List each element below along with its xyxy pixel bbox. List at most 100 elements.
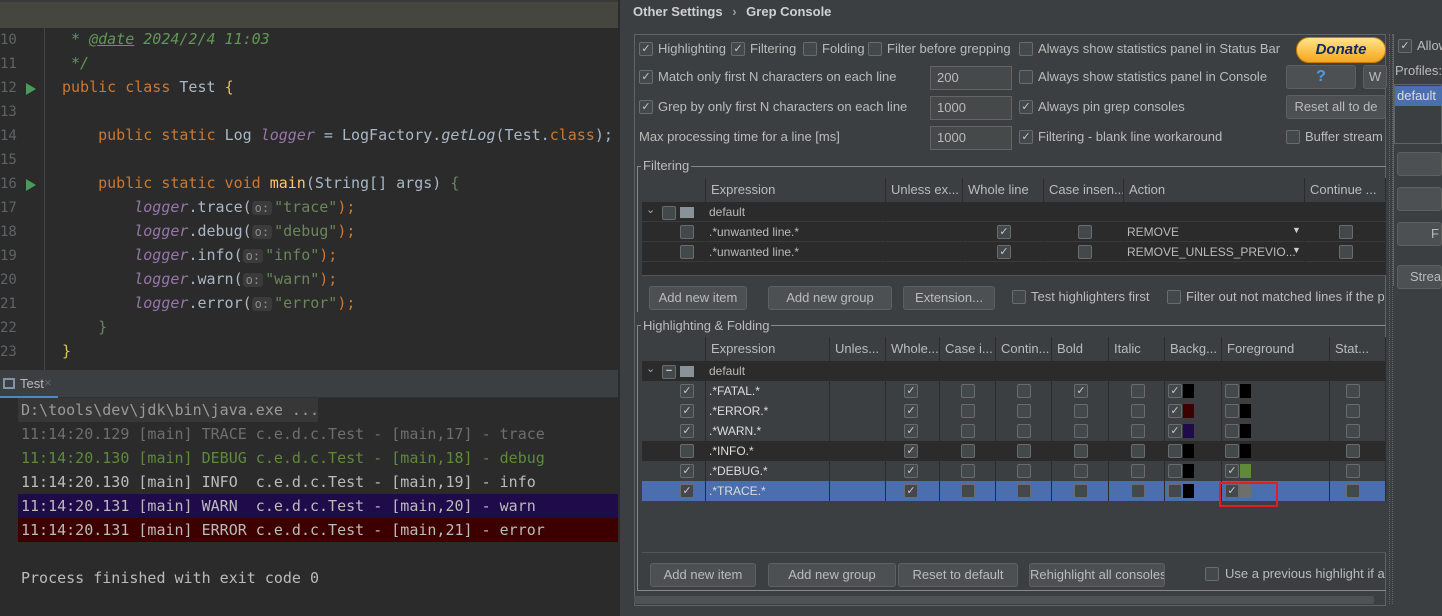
blank_workaround-checkbox[interactable]: ✓ bbox=[1019, 130, 1033, 144]
italic-checkbox[interactable] bbox=[1131, 424, 1145, 438]
expression-cell[interactable]: .*INFO.* bbox=[706, 441, 830, 461]
expression-cell[interactable]: .*DEBUG.* bbox=[706, 461, 830, 481]
run-gutter-icon[interactable] bbox=[26, 179, 36, 191]
highlighting-button-1[interactable]: Add new group bbox=[768, 563, 896, 587]
enabled-checkbox[interactable] bbox=[680, 225, 694, 239]
bold-checkbox[interactable] bbox=[1074, 424, 1088, 438]
italic-checkbox[interactable] bbox=[1131, 384, 1145, 398]
statistics-checkbox[interactable] bbox=[1346, 424, 1360, 438]
run-gutter-icon[interactable] bbox=[26, 83, 36, 95]
enabled-checkbox[interactable]: ✓ bbox=[680, 384, 694, 398]
test-highlighters-first-checkbox[interactable] bbox=[1012, 290, 1026, 304]
profile-button-1[interactable] bbox=[1397, 187, 1442, 211]
italic-checkbox[interactable] bbox=[1131, 464, 1145, 478]
background-color-swatch[interactable] bbox=[1183, 384, 1194, 398]
profile-f-button[interactable]: F bbox=[1397, 222, 1442, 246]
folding-checkbox[interactable] bbox=[803, 42, 817, 56]
enabled-checkbox[interactable]: ✓ bbox=[680, 424, 694, 438]
enabled-checkbox[interactable] bbox=[680, 444, 694, 458]
column-header[interactable]: Stat... bbox=[1330, 337, 1386, 361]
continue-checkbox[interactable] bbox=[1017, 464, 1031, 478]
action-dropdown[interactable]: REMOVE bbox=[1124, 222, 1305, 242]
stream-button[interactable]: Strea bbox=[1397, 265, 1442, 289]
highlight-row[interactable]: ✓ .*DEBUG.* ✓ ✓ bbox=[642, 461, 1386, 481]
filtering-checkbox[interactable]: ✓ bbox=[731, 42, 745, 56]
expression-cell[interactable]: .*unwanted line.* bbox=[706, 222, 886, 242]
number-field-grep_first[interactable]: 1000 bbox=[930, 96, 1012, 120]
filtering-table[interactable]: Expression Unless ex... Whole line Case ins… bbox=[642, 178, 1386, 276]
background-checkbox[interactable] bbox=[1168, 464, 1182, 478]
column-header[interactable]: Unless ex... bbox=[886, 178, 963, 202]
highlight-row[interactable]: ✓ .*WARN.* ✓ ✓ bbox=[642, 421, 1386, 441]
foreground-color-swatch[interactable] bbox=[1240, 444, 1251, 458]
close-icon[interactable]: × bbox=[44, 375, 52, 390]
enabled-checkbox[interactable]: ✓ bbox=[680, 484, 694, 498]
case-insensitive-checkbox[interactable] bbox=[961, 424, 975, 438]
highlight-row[interactable]: ✓ .*FATAL.* ✓ ✓ ✓ bbox=[642, 381, 1386, 401]
splitter[interactable] bbox=[618, 0, 620, 616]
filter-row[interactable]: .*unwanted line.* ✓ REMOVE ▼ bbox=[642, 222, 1386, 242]
highlighting-table[interactable]: Expression Unles... Whole... Case i... Conti… bbox=[642, 337, 1386, 553]
column-header[interactable]: Backg... bbox=[1165, 337, 1222, 361]
action-dropdown[interactable]: REMOVE_UNLESS_PREVIO... bbox=[1124, 242, 1305, 262]
number-field-match_first[interactable]: 200 bbox=[930, 66, 1012, 90]
expression-cell[interactable]: .*TRACE.* bbox=[706, 481, 830, 501]
case-insensitive-checkbox[interactable] bbox=[961, 484, 975, 498]
background-color-swatch[interactable] bbox=[1183, 464, 1194, 478]
foreground-checkbox[interactable]: ✓ bbox=[1225, 464, 1239, 478]
stats_console-checkbox[interactable] bbox=[1019, 70, 1033, 84]
continue-checkbox[interactable] bbox=[1017, 424, 1031, 438]
whole-line-checkbox[interactable]: ✓ bbox=[904, 484, 918, 498]
case-insensitive-checkbox[interactable] bbox=[961, 464, 975, 478]
profile-button-0[interactable] bbox=[1397, 152, 1442, 176]
background-checkbox[interactable]: ✓ bbox=[1168, 384, 1182, 398]
highlighting-button-0[interactable]: Add new item bbox=[650, 563, 756, 587]
continue-checkbox[interactable] bbox=[1017, 404, 1031, 418]
stats_status-checkbox[interactable] bbox=[1019, 42, 1033, 56]
column-header[interactable]: Action bbox=[1124, 178, 1305, 202]
continue-checkbox[interactable] bbox=[1017, 444, 1031, 458]
number-field-max_time[interactable]: 1000 bbox=[930, 126, 1012, 150]
whole-line-checkbox[interactable]: ✓ bbox=[904, 424, 918, 438]
bold-checkbox[interactable]: ✓ bbox=[1074, 384, 1088, 398]
reset-all-button[interactable]: Reset all to de bbox=[1286, 95, 1386, 119]
match_first-checkbox[interactable]: ✓ bbox=[639, 70, 653, 84]
case-insensitive-checkbox[interactable] bbox=[1078, 225, 1092, 239]
foreground-checkbox[interactable] bbox=[1225, 444, 1239, 458]
bold-checkbox[interactable] bbox=[1074, 404, 1088, 418]
group-checkbox[interactable] bbox=[662, 206, 676, 220]
buffer-checkbox[interactable] bbox=[1286, 130, 1300, 144]
italic-checkbox[interactable] bbox=[1131, 484, 1145, 498]
highlight-row[interactable]: .*INFO.* ✓ bbox=[642, 441, 1386, 461]
help-button[interactable]: ? bbox=[1286, 65, 1356, 89]
filter-row[interactable]: .*unwanted line.* ✓ REMOVE_UNLESS_PREVIO..… bbox=[642, 242, 1386, 262]
column-header[interactable] bbox=[642, 178, 706, 202]
column-header[interactable]: Expression bbox=[706, 337, 830, 361]
web-button[interactable]: W bbox=[1363, 65, 1387, 89]
donate-button[interactable]: Donate bbox=[1296, 37, 1386, 63]
group-row[interactable]: ⌄ default bbox=[642, 202, 1386, 222]
expression-cell[interactable]: .*WARN.* bbox=[706, 421, 830, 441]
foreground-checkbox[interactable] bbox=[1225, 424, 1239, 438]
case-insensitive-checkbox[interactable] bbox=[961, 444, 975, 458]
case-insensitive-checkbox[interactable] bbox=[1078, 245, 1092, 259]
statistics-checkbox[interactable] bbox=[1346, 384, 1360, 398]
whole-line-checkbox[interactable]: ✓ bbox=[997, 245, 1011, 259]
bold-checkbox[interactable] bbox=[1074, 484, 1088, 498]
highlight-row[interactable]: ✓ .*ERROR.* ✓ ✓ bbox=[642, 401, 1386, 421]
whole-line-checkbox[interactable]: ✓ bbox=[904, 384, 918, 398]
highlighting-checkbox[interactable]: ✓ bbox=[639, 42, 653, 56]
column-header[interactable]: Case i... bbox=[940, 337, 996, 361]
foreground-color-swatch[interactable] bbox=[1240, 404, 1251, 418]
column-header[interactable]: Foreground bbox=[1222, 337, 1330, 361]
highlighting-button-3[interactable]: Rehighlight all consoles bbox=[1029, 563, 1165, 587]
enabled-checkbox[interactable] bbox=[680, 245, 694, 259]
background-checkbox[interactable] bbox=[1168, 484, 1182, 498]
background-color-swatch[interactable] bbox=[1183, 424, 1194, 438]
statistics-checkbox[interactable] bbox=[1346, 484, 1360, 498]
column-header[interactable]: Contin... bbox=[996, 337, 1052, 361]
filtering-button-1[interactable]: Add new group bbox=[768, 286, 892, 310]
column-header[interactable]: Whole... bbox=[886, 337, 940, 361]
pin-checkbox[interactable]: ✓ bbox=[1019, 100, 1033, 114]
foreground-color-swatch[interactable] bbox=[1240, 384, 1251, 398]
